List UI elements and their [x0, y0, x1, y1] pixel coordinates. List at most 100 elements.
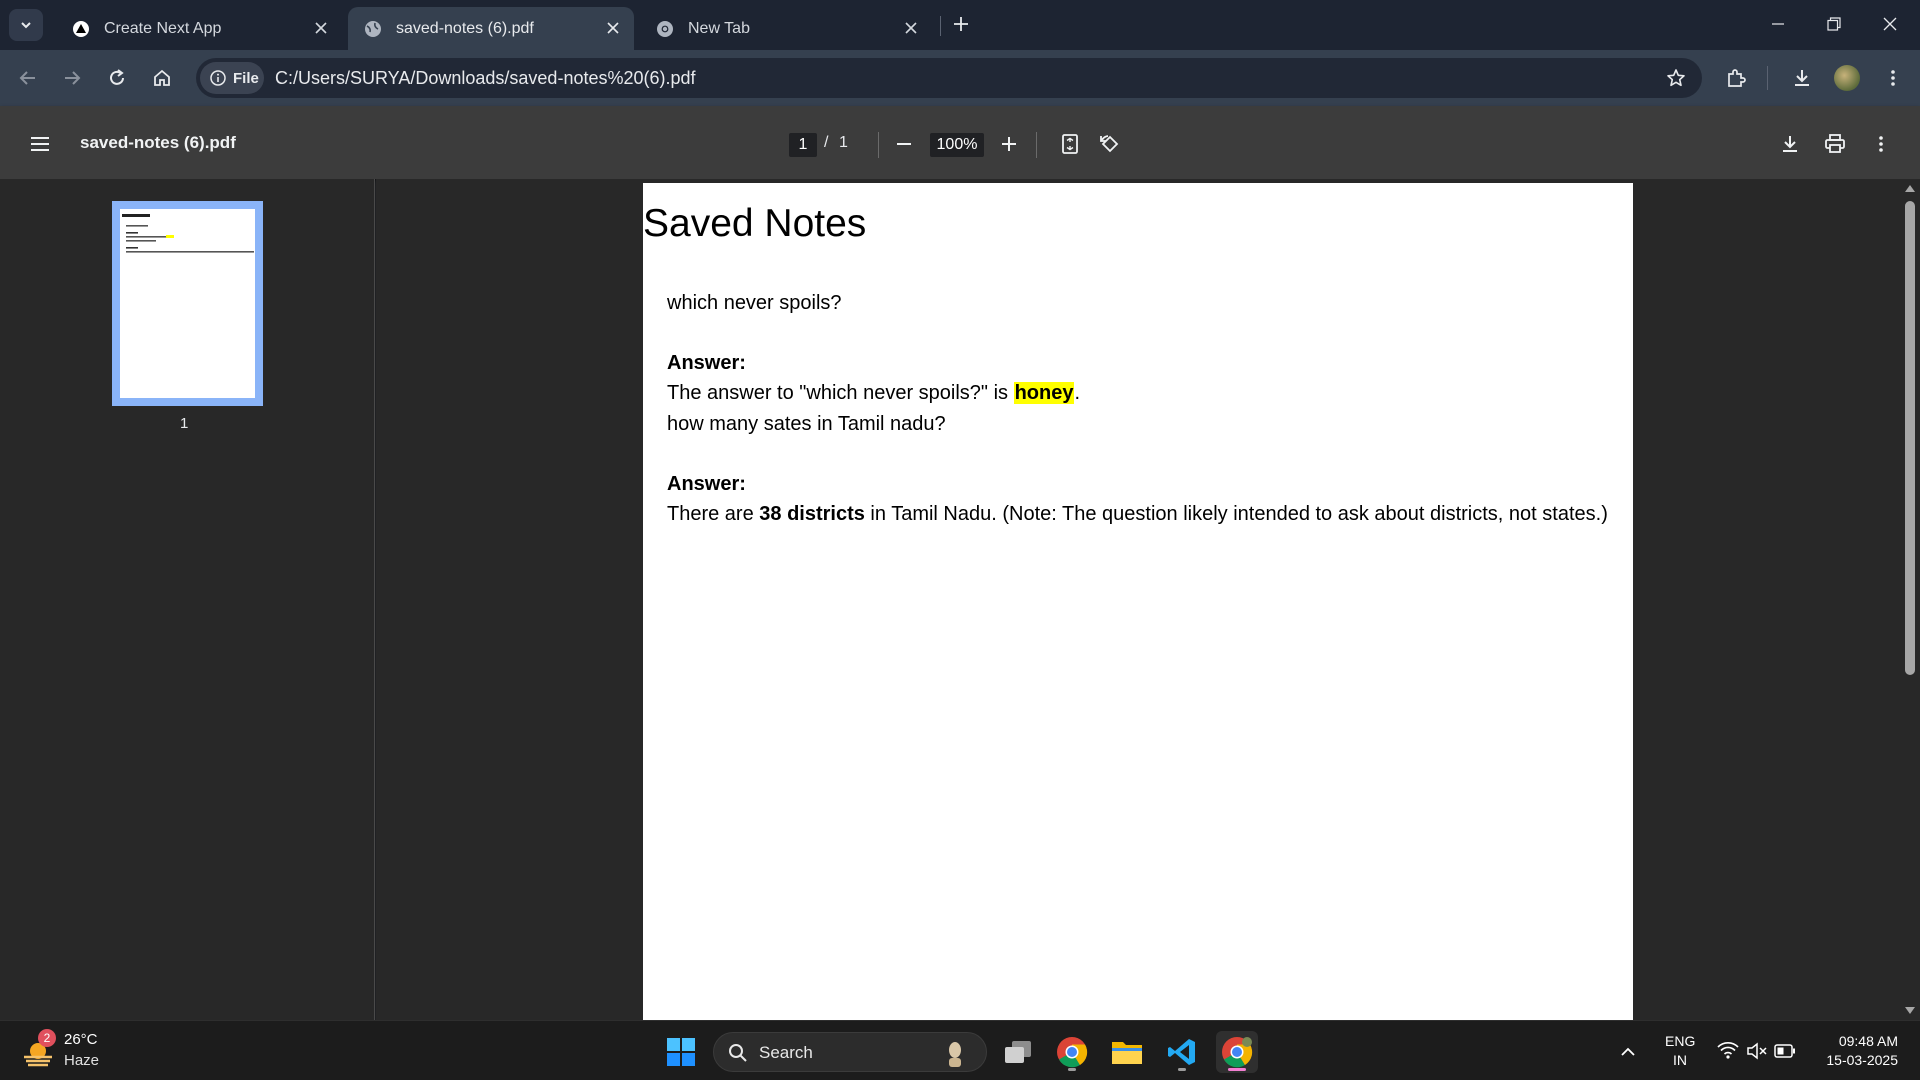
fit-page-icon: [1062, 134, 1078, 154]
downloads-button[interactable]: [1784, 60, 1820, 96]
chrome-icon: [1222, 1037, 1253, 1068]
rotate-counterclockwise-icon: [1100, 135, 1119, 153]
sidebar-menu-button[interactable]: [25, 129, 55, 159]
speaker-muted-icon: [1747, 1042, 1767, 1060]
address-bar[interactable]: File C:/Users/SURYA/Downloads/saved-note…: [196, 58, 1702, 98]
start-button[interactable]: [660, 1031, 702, 1073]
pdf-filename: saved-notes (6).pdf: [80, 133, 236, 152]
close-tab-icon[interactable]: [902, 19, 920, 37]
tab-divider: [940, 16, 941, 36]
running-indicator: [1178, 1068, 1186, 1071]
home-button[interactable]: [144, 60, 180, 96]
windows-logo-icon: [667, 1038, 695, 1066]
search-highlight-icon: [949, 1042, 961, 1067]
globe-icon: [364, 20, 382, 38]
new-tab-button[interactable]: [947, 10, 975, 38]
answer-1-label: Answer:: [667, 352, 746, 374]
scrollbar-thumb[interactable]: [1905, 201, 1915, 675]
extensions-button[interactable]: [1718, 60, 1754, 96]
chevron-up-icon: [1621, 1047, 1635, 1056]
show-hidden-icons-button[interactable]: [1612, 1031, 1644, 1073]
site-chip-label: File: [233, 69, 259, 87]
tab-strip: Create Next App saved-notes (6).pdf New …: [0, 0, 1920, 50]
chrome-icon: [1057, 1037, 1088, 1068]
zoom-level-input[interactable]: 100%: [930, 133, 984, 157]
print-button[interactable]: [1820, 129, 1850, 159]
vscode-icon: [1168, 1039, 1195, 1065]
language-bottom: IN: [1673, 1052, 1687, 1068]
tab-create-next-app[interactable]: Create Next App: [56, 7, 342, 50]
answer-1-prefix: The answer to "which never spoils?" is: [667, 382, 1014, 404]
profile-avatar[interactable]: [1834, 65, 1860, 91]
search-icon: [729, 1044, 747, 1062]
taskbar-file-explorer[interactable]: [1106, 1031, 1148, 1073]
close-tab-icon[interactable]: [604, 19, 622, 37]
weather-widget[interactable]: 2 26°C Haze: [18, 1029, 218, 1073]
page-thumbnail[interactable]: [112, 201, 263, 406]
plus-icon: [954, 17, 968, 31]
bookmark-star-button[interactable]: [1662, 64, 1690, 92]
battery-icon: [1774, 1044, 1795, 1058]
chrome-icon: [656, 20, 674, 38]
site-info-chip[interactable]: File: [200, 62, 264, 94]
thumbnail-sidebar: 1: [0, 179, 375, 1020]
folder-icon: [1112, 1042, 1142, 1064]
scroll-down-arrow-icon[interactable]: [1904, 1006, 1916, 1016]
close-window-button[interactable]: [1862, 0, 1918, 48]
browser-menu-button[interactable]: [1875, 60, 1911, 96]
rotate-button[interactable]: [1095, 129, 1125, 159]
document-title: Saved Notes: [643, 202, 867, 245]
nextjs-triangle-icon: [72, 20, 90, 38]
taskbar-chrome-profile[interactable]: [1216, 1031, 1258, 1073]
thumbnail-page-preview: [120, 209, 255, 398]
thumbnail-page-number: 1: [180, 415, 189, 432]
minimize-button[interactable]: [1750, 0, 1806, 48]
puzzle-icon: [1728, 69, 1746, 87]
task-view-button[interactable]: [997, 1031, 1039, 1073]
taskbar-search[interactable]: Search: [713, 1032, 987, 1072]
answer-2-label: Answer:: [667, 473, 746, 495]
minus-icon: [897, 143, 911, 145]
more-vertical-icon: [1891, 70, 1895, 86]
vertical-scrollbar[interactable]: [1900, 179, 1920, 1020]
restore-button[interactable]: [1806, 0, 1862, 48]
language-indicator[interactable]: ENG IN: [1660, 1031, 1700, 1071]
close-tab-icon[interactable]: [312, 19, 330, 37]
zoom-in-button[interactable]: [994, 129, 1024, 159]
clock[interactable]: 09:48 AM 15-03-2025: [1812, 1031, 1902, 1071]
answer-2-bold: 38 districts: [759, 503, 865, 525]
toolbar-divider: [1036, 132, 1037, 158]
system-tray-status[interactable]: [1715, 1039, 1799, 1065]
answer-1-text: The answer to "which never spoils?" is h…: [667, 382, 1080, 405]
answer-2-prefix: There are: [667, 503, 760, 525]
zoom-out-button[interactable]: [889, 129, 919, 159]
tab-title: Create Next App: [104, 19, 222, 37]
forward-button[interactable]: [54, 60, 90, 96]
scroll-up-arrow-icon[interactable]: [1904, 183, 1916, 193]
tab-title: saved-notes (6).pdf: [396, 19, 534, 37]
taskbar-chrome[interactable]: [1051, 1031, 1093, 1073]
url-text[interactable]: C:/Users/SURYA/Downloads/saved-notes%20(…: [275, 68, 696, 89]
tab-new-tab[interactable]: New Tab: [640, 7, 932, 50]
question-1: which never spoils?: [667, 292, 842, 314]
fit-to-page-button[interactable]: [1055, 129, 1085, 159]
reload-button[interactable]: [99, 60, 135, 96]
plus-icon: [1002, 137, 1016, 151]
tab-search-button[interactable]: [9, 9, 43, 41]
arrow-right-icon: [65, 71, 81, 85]
pdf-toolbar: saved-notes (6).pdf 1 / 1 100%: [0, 106, 1920, 179]
toolbar-divider: [1767, 66, 1768, 90]
page-number-input[interactable]: 1: [789, 133, 817, 157]
tab-saved-notes-pdf[interactable]: saved-notes (6).pdf: [348, 7, 634, 50]
pdf-more-button[interactable]: [1866, 129, 1896, 159]
pdf-download-button[interactable]: [1775, 129, 1805, 159]
back-button[interactable]: [10, 60, 46, 96]
hamburger-menu-icon: [31, 137, 49, 151]
page-separator: /: [824, 134, 829, 151]
taskbar-vscode[interactable]: [1161, 1031, 1203, 1073]
running-indicator: [1068, 1068, 1076, 1071]
printer-icon: [1825, 134, 1845, 153]
weather-badge: 2: [38, 1029, 56, 1047]
home-icon: [154, 69, 170, 86]
answer-2-suffix: in Tamil Nadu. (Note: The question likel…: [864, 503, 1608, 525]
